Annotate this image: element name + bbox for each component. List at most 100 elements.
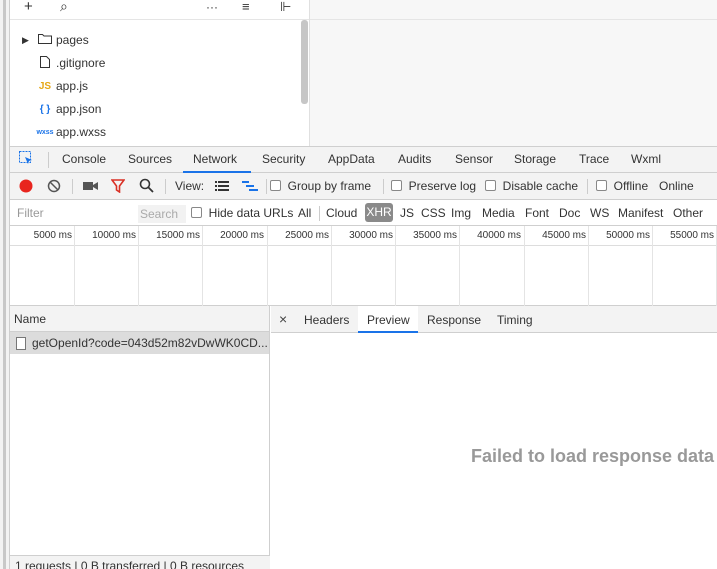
tab-divider	[48, 152, 49, 168]
timeline-gridline	[588, 226, 589, 306]
timeline-header-line	[10, 245, 717, 246]
type-filter-img[interactable]: Img	[451, 206, 471, 220]
type-filter-all[interactable]: All	[298, 206, 311, 220]
throttling-select[interactable]: Online	[659, 179, 694, 193]
search-input[interactable]: Search	[138, 205, 186, 223]
disable-cache-option[interactable]: Disable cache	[485, 179, 578, 193]
plus-icon[interactable]: +	[24, 0, 33, 15]
requests-list: Name getOpenId?code=043d52m82vDwWK0CD...…	[10, 306, 270, 569]
camera-icon[interactable]	[83, 180, 99, 195]
expand-arrow-icon[interactable]: ▶	[22, 35, 34, 46]
tree-item-label: app.wxss	[56, 125, 107, 139]
tab-sources[interactable]: Sources	[128, 152, 172, 166]
tree-item-pages[interactable]: ▶ pages	[22, 30, 89, 50]
tab-timing[interactable]: Timing	[497, 313, 533, 327]
toolbar-divider	[383, 179, 384, 194]
inspect-icon[interactable]	[19, 151, 33, 168]
preserve-log-option[interactable]: Preserve log	[391, 179, 476, 193]
filter-divider	[319, 206, 320, 221]
group-by-frame-option[interactable]: Group by frame	[270, 179, 371, 193]
hide-data-urls-option[interactable]: Hide data URLs	[191, 206, 293, 220]
disable-cache-checkbox[interactable]	[485, 180, 496, 191]
type-filter-manifest[interactable]: Manifest	[618, 206, 663, 220]
request-row[interactable]: getOpenId?code=043d52m82vDwWK0CD...	[10, 332, 269, 354]
toolbar-divider	[165, 179, 166, 194]
tab-sensor[interactable]: Sensor	[455, 152, 493, 166]
tree-item-label: app.js	[56, 79, 89, 93]
tab-security[interactable]: Security	[262, 152, 305, 166]
timeline-gridline	[331, 226, 332, 306]
tab-storage[interactable]: Storage	[514, 152, 556, 166]
request-name: getOpenId?code=043d52m82vDwWK0CD...	[32, 336, 268, 350]
collapse-icon[interactable]: ≡	[242, 0, 250, 14]
tree-item-label: app.json	[56, 102, 102, 116]
tree-item-app-wxss[interactable]: wxss app.wxss	[34, 122, 106, 142]
group-by-frame-checkbox[interactable]	[270, 180, 281, 191]
type-filter-xhr[interactable]: XHR	[365, 203, 393, 222]
timeline-tick: 50000 ms	[606, 230, 650, 241]
type-filter-ws[interactable]: WS	[590, 206, 609, 220]
list-view-icon[interactable]	[215, 180, 229, 195]
preserve-log-checkbox[interactable]	[391, 180, 402, 191]
left-scrollbar[interactable]	[3, 0, 6, 569]
tree-item-gitignore[interactable]: .gitignore	[34, 53, 105, 73]
timeline-gridline	[652, 226, 653, 306]
tree-item-app-json[interactable]: { } app.json	[34, 99, 102, 119]
view-label: View:	[175, 179, 205, 193]
toolbar-divider	[266, 179, 267, 194]
split-icon[interactable]: ⊩	[280, 0, 291, 15]
network-toolbar: View: Group by frame Preserve log Disabl…	[10, 173, 717, 200]
record-icon[interactable]	[19, 179, 33, 196]
tree-item-app-js[interactable]: JS app.js	[34, 76, 88, 96]
timeline-gridline	[267, 226, 268, 306]
request-detail-pane: × Headers Preview Response Timing Failed…	[271, 306, 717, 569]
tree-item-label: .gitignore	[56, 56, 106, 70]
timeline-gridline	[202, 226, 203, 306]
tree-item-label: pages	[56, 33, 89, 47]
timeline-overview[interactable]: 5000 ms 10000 ms 15000 ms 20000 ms 25000…	[10, 226, 717, 306]
left-gutter	[0, 0, 10, 569]
clear-icon[interactable]	[47, 179, 61, 196]
search-icon[interactable]	[139, 178, 154, 196]
disable-cache-label: Disable cache	[502, 179, 579, 193]
timeline-gridline	[395, 226, 396, 306]
filter-input[interactable]: Filter	[14, 204, 134, 222]
toolbar-divider	[587, 179, 588, 194]
devtools-tabs: Console Sources Network Security AppData…	[10, 146, 717, 173]
hide-data-urls-label: Hide data URLs	[208, 206, 294, 220]
type-filter-js[interactable]: JS	[400, 206, 414, 220]
tab-headers[interactable]: Headers	[304, 313, 349, 327]
group-by-frame-label: Group by frame	[287, 179, 372, 193]
timeline-tick: 10000 ms	[92, 230, 136, 241]
type-filter-doc[interactable]: Doc	[559, 206, 580, 220]
timeline-tick: 40000 ms	[477, 230, 521, 241]
search-icon[interactable]: ⌕	[60, 0, 68, 15]
hide-data-urls-checkbox[interactable]	[191, 207, 202, 218]
type-filter-cloud[interactable]: Cloud	[326, 206, 357, 220]
tab-response[interactable]: Response	[427, 313, 481, 327]
more-icon[interactable]: ···	[206, 0, 218, 14]
timeline-tick: 35000 ms	[413, 230, 457, 241]
close-icon[interactable]: ×	[279, 311, 287, 327]
offline-option[interactable]: Offline	[596, 179, 648, 193]
waterfall-view-icon[interactable]	[242, 180, 258, 195]
preview-message: Failed to load response data	[471, 446, 715, 466]
type-filter-css[interactable]: CSS	[421, 206, 446, 220]
tab-wxml[interactable]: Wxml	[631, 152, 661, 166]
tab-trace[interactable]: Trace	[579, 152, 609, 166]
offline-checkbox[interactable]	[596, 180, 607, 191]
name-column-header[interactable]: Name	[10, 306, 269, 332]
type-filter-other[interactable]: Other	[673, 206, 703, 220]
type-filter-media[interactable]: Media	[482, 206, 515, 220]
timeline-tick: 25000 ms	[285, 230, 329, 241]
wxss-icon: wxss	[36, 128, 54, 136]
tab-appdata[interactable]: AppData	[328, 152, 375, 166]
tab-preview[interactable]: Preview	[367, 313, 410, 327]
tree-scrollbar[interactable]	[301, 20, 308, 104]
tab-network[interactable]: Network	[193, 152, 237, 166]
filter-icon[interactable]	[110, 179, 126, 196]
tab-audits[interactable]: Audits	[398, 152, 431, 166]
tab-console[interactable]: Console	[62, 152, 106, 166]
timeline-tick: 30000 ms	[349, 230, 393, 241]
type-filter-font[interactable]: Font	[525, 206, 549, 220]
